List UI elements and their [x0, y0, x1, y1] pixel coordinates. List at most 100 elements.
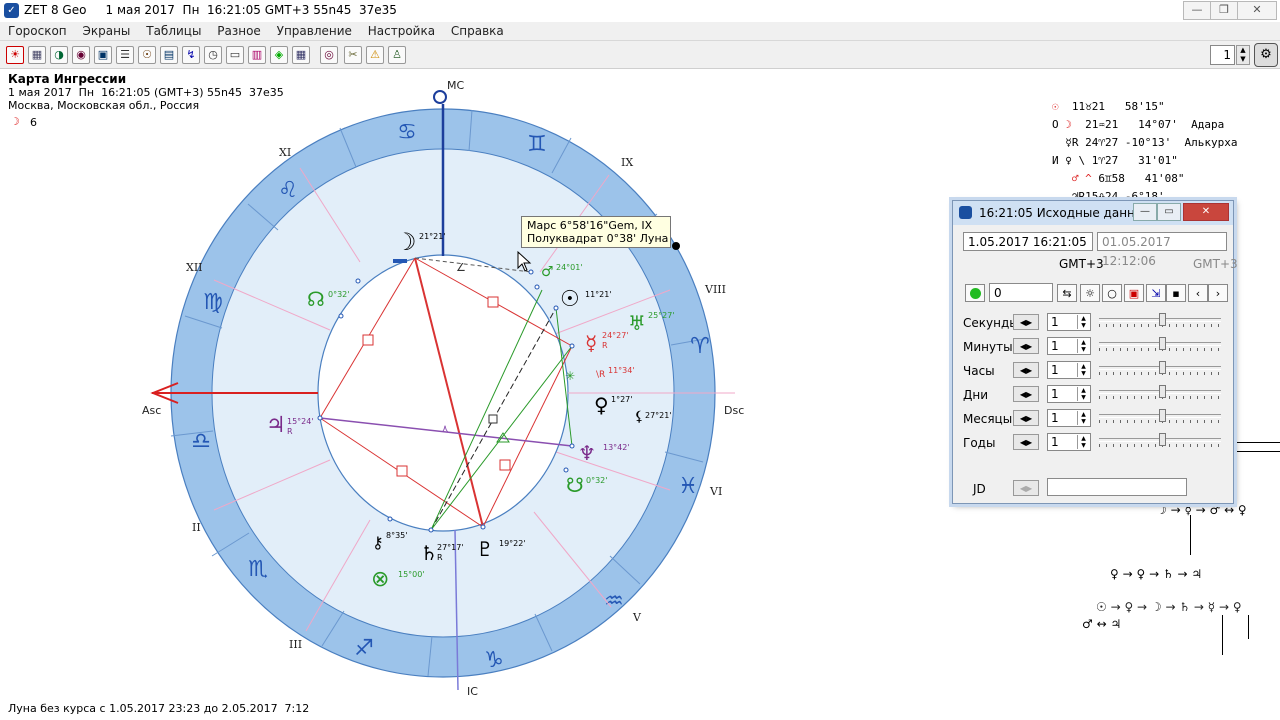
circle-button-icon[interactable]: ○	[1102, 284, 1122, 302]
sun-button-icon[interactable]: ☼	[1080, 284, 1100, 302]
seconds-arrows[interactable]: ◀▶	[1013, 314, 1039, 330]
clock-icon[interactable]: ◷	[204, 46, 222, 64]
export-button-icon[interactable]: ⇲	[1146, 284, 1166, 302]
south-node-position: 0°32'	[586, 476, 607, 485]
status-text: Луна без курса с 1.05.2017 23:23 до 2.05…	[8, 702, 310, 715]
tools-icon[interactable]: ✂	[344, 46, 362, 64]
ring-icon[interactable]: ◎	[320, 46, 338, 64]
close-button[interactable]: ✕	[1237, 1, 1277, 20]
menu-misc[interactable]: Разное	[211, 22, 267, 38]
graph-icon[interactable]: ▥	[248, 46, 266, 64]
row-label-hours: Часы	[963, 364, 995, 378]
jd-label: JD	[973, 482, 986, 496]
calendar-icon[interactable]: ▦	[292, 46, 310, 64]
save-icon[interactable]: ▪	[1166, 284, 1186, 302]
sign-libra-icon: ♎	[191, 429, 211, 454]
hours-arrows[interactable]: ◀▶	[1013, 362, 1039, 378]
page-number-field[interactable]: 1	[1210, 45, 1235, 65]
map-icon[interactable]: ◈	[270, 46, 288, 64]
window-title: ZET 8 Geo 1 мая 2017 Пн 16:21:05 GMT+3 5…	[24, 3, 397, 17]
step-counter-input[interactable]: 0	[989, 283, 1053, 302]
warning-icon[interactable]: ⚠	[366, 46, 384, 64]
minutes-slider[interactable]	[1097, 337, 1223, 353]
menu-screens[interactable]: Экраны	[76, 22, 136, 38]
minutes-arrows[interactable]: ◀▶	[1013, 338, 1039, 354]
planet-row[interactable]: ☿R 24♈27 -10°13' Алькурха	[1052, 136, 1237, 149]
lilith-position: 27°21'	[645, 411, 672, 420]
menu-settings[interactable]: Настройка	[362, 22, 441, 38]
seconds-slider[interactable]	[1097, 313, 1223, 329]
calendar-button-icon[interactable]: ▣	[1124, 284, 1144, 302]
figure-icon[interactable]: ♙	[388, 46, 406, 64]
menu-tables[interactable]: Таблицы	[140, 22, 207, 38]
arrow-icon[interactable]: ↯	[182, 46, 200, 64]
pluto-position: 19°22'	[499, 539, 526, 548]
next-arrow-icon[interactable]: ›	[1208, 284, 1228, 302]
horoscope-icon[interactable]: ☀	[6, 46, 24, 64]
days-arrows[interactable]: ◀▶	[1013, 386, 1039, 402]
uranus-planet-icon: ♅	[628, 311, 646, 335]
menu-horoscope[interactable]: Гороскоп	[0, 22, 73, 38]
seconds-stepper[interactable]: 1 ▲ ▼	[1047, 313, 1091, 331]
sun-icon[interactable]: ☉	[138, 46, 156, 64]
settings-gear-icon[interactable]: ⚙	[1254, 43, 1278, 67]
months-stepper[interactable]: 1 ▲ ▼	[1047, 409, 1091, 427]
prev-arrow-icon[interactable]: ‹	[1188, 284, 1208, 302]
years-stepper[interactable]: 1 ▲ ▼	[1047, 433, 1091, 451]
pluto-planet-icon: ♇	[476, 537, 494, 561]
planet-row[interactable]: ♂ ^ 6♊58 41'08"	[1052, 172, 1185, 185]
minimize-button[interactable]: —	[1183, 1, 1211, 20]
gmt-label-secondary: GMT+3	[1193, 257, 1238, 271]
list-icon[interactable]: ☰	[116, 46, 134, 64]
years-slider[interactable]	[1097, 433, 1223, 449]
moon-planet-icon: ☽	[395, 228, 417, 256]
jd-field[interactable]	[1047, 478, 1187, 496]
page-icon[interactable]: ▭	[226, 46, 244, 64]
datetime-field-secondary[interactable]: 01.05.2017 12:12:06	[1097, 232, 1227, 268]
run-green-button[interactable]	[965, 284, 985, 302]
document-icon[interactable]: ▤	[160, 46, 178, 64]
months-arrows[interactable]: ◀▶	[1013, 410, 1039, 426]
row-label-minutes: Минуты	[963, 340, 1013, 354]
sun-position: 11°21'	[585, 290, 612, 299]
chiron-position: 8°35'	[386, 531, 407, 540]
dialog-title-bar[interactable]: 16:21:05 Исходные данные — ▭ ✕	[953, 201, 1233, 225]
years-arrows[interactable]: ◀▶	[1013, 434, 1039, 450]
dialog-close-button[interactable]: ✕	[1183, 203, 1229, 221]
minutes-stepper[interactable]: 1 ▲ ▼	[1047, 337, 1091, 355]
source-data-dialog[interactable]: 16:21:05 Исходные данные — ▭ ✕ 1.05.2017…	[952, 200, 1238, 504]
jd-arrows[interactable]: ◀▶	[1013, 480, 1039, 496]
days-stepper[interactable]: 1 ▲ ▼	[1047, 385, 1091, 403]
hours-stepper[interactable]: 1 ▲ ▼	[1047, 361, 1091, 379]
planet-row[interactable]: И ♀ \ 1♈27 31'01"	[1052, 154, 1178, 167]
dialog-minimize-button[interactable]: —	[1133, 203, 1157, 221]
grid-icon[interactable]: ▣	[94, 46, 112, 64]
menu-help[interactable]: Справка	[445, 22, 510, 38]
datetime-field[interactable]: 1.05.2017 16:21:05	[963, 232, 1093, 251]
uranus-position: 25°27'	[648, 311, 675, 320]
sign-cancer-icon: ♋	[397, 120, 417, 145]
natal-chart-wheel[interactable]: ♋ ♊ ♌ ♉ ♍ ♈ ♎ ♓ ♏ ♒ ♐ ♑	[0, 70, 760, 702]
toolbar: ☀ ▦ ◑ ◉ ▣ ☰ ☉ ▤ ↯ ◷ ▭ ▥ ◈ ▦ ◎ ✂ ⚠ ♙ 1 ▲ ▼…	[0, 41, 1280, 69]
wheel-icon[interactable]: ◑	[50, 46, 68, 64]
months-slider[interactable]	[1097, 409, 1223, 425]
planet-row[interactable]: ☉ 11♉21 58'15"	[1052, 100, 1165, 113]
mercury-planet-icon: ☿	[585, 331, 597, 355]
hours-slider[interactable]	[1097, 361, 1223, 377]
app-icon[interactable]: ✓	[4, 3, 19, 18]
swap-icon[interactable]: ⇆	[1057, 284, 1077, 302]
house-label-vi: VI	[709, 485, 722, 498]
table-icon[interactable]: ▦	[28, 46, 46, 64]
days-slider[interactable]	[1097, 385, 1223, 401]
chart-icon[interactable]: ◉	[72, 46, 90, 64]
sign-leo-icon: ♌	[278, 178, 298, 203]
fortune-position: 15°00'	[398, 570, 425, 579]
dialog-maximize-button[interactable]: ▭	[1157, 203, 1181, 221]
chain-line-2: ♀ → ♀ → ♄ → ♃	[1110, 567, 1203, 581]
menu-control[interactable]: Управление	[271, 22, 358, 38]
tooltip-line1: Марс 6°58'16"Gem, IX	[527, 219, 653, 232]
house-label-xii: XII	[186, 261, 203, 274]
restore-button[interactable]: ❐	[1210, 1, 1238, 20]
planet-row[interactable]: О ☽ 21♒21 14°07' Адара	[1052, 118, 1224, 131]
page-spinner[interactable]: ▲ ▼	[1236, 45, 1250, 65]
